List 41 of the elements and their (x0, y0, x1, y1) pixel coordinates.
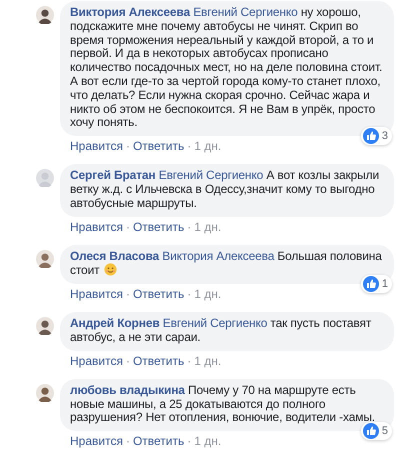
action-link[interactable]: Нравится (70, 287, 123, 302)
author-link[interactable]: Сергей Братан (70, 168, 156, 182)
reaction-count[interactable]: 3 (360, 127, 392, 146)
author-link[interactable]: любовь владыкина (70, 382, 185, 397)
action-link[interactable]: Нравится (70, 354, 123, 368)
separator-dot: · (126, 287, 130, 302)
action-link[interactable]: Нравится (70, 434, 123, 448)
action-link[interactable]: Нравится (70, 139, 123, 154)
avatar[interactable] (36, 250, 54, 268)
separator-dot: · (187, 287, 192, 302)
avatar[interactable] (36, 384, 54, 402)
author-link[interactable]: Олеся Власова (70, 248, 160, 263)
author-link[interactable]: Андрей Корнев (70, 316, 160, 330)
separator-dot: · (187, 139, 192, 154)
reaction-count[interactable]: 5 (360, 422, 392, 440)
avatar[interactable] (36, 317, 54, 336)
action-link[interactable]: Нравится (70, 220, 123, 234)
mention-link[interactable]: Евгений Сергиенко (193, 5, 298, 19)
action-link[interactable]: Ответить (132, 220, 184, 234)
comment-text: Сергей Братан Евгений Сергиенко А вот козлы закрыли ветку ж.д. с Ильчевска в Одессу,значит кому то выгодно автобусные маршруты. (70, 169, 380, 211)
separator-dot: · (126, 220, 130, 234)
action-link[interactable]: Ответить (132, 434, 184, 448)
mention-link[interactable]: Виктория Алексеева (162, 248, 274, 263)
thumbs-up-icon (362, 128, 379, 144)
separator-dot: · (126, 434, 130, 448)
comment-text: Андрей Корнев Евгений Сергиенко так пусть поставят автобус, а не эти сараи. (70, 317, 372, 345)
thumbs-up-icon (362, 423, 379, 440)
separator-dot: · (187, 354, 192, 368)
avatar[interactable] (36, 6, 54, 24)
thumbs-up-icon (362, 276, 379, 292)
separator-dot: · (126, 354, 130, 368)
reaction-count[interactable]: 1 (360, 275, 392, 294)
separator-dot: · (187, 434, 192, 448)
separator-dot: · (187, 220, 192, 234)
action-link[interactable]: Ответить (132, 287, 184, 302)
separator-dot: · (126, 139, 130, 154)
mention-link[interactable]: Евгений Сергиенко (158, 168, 264, 182)
mention-link[interactable]: Евгений Сергиенко (162, 316, 268, 330)
action-link[interactable]: Ответить (132, 139, 184, 154)
action-link[interactable]: Ответить (132, 354, 184, 368)
author-link[interactable]: Виктория Алексеева (70, 5, 190, 19)
